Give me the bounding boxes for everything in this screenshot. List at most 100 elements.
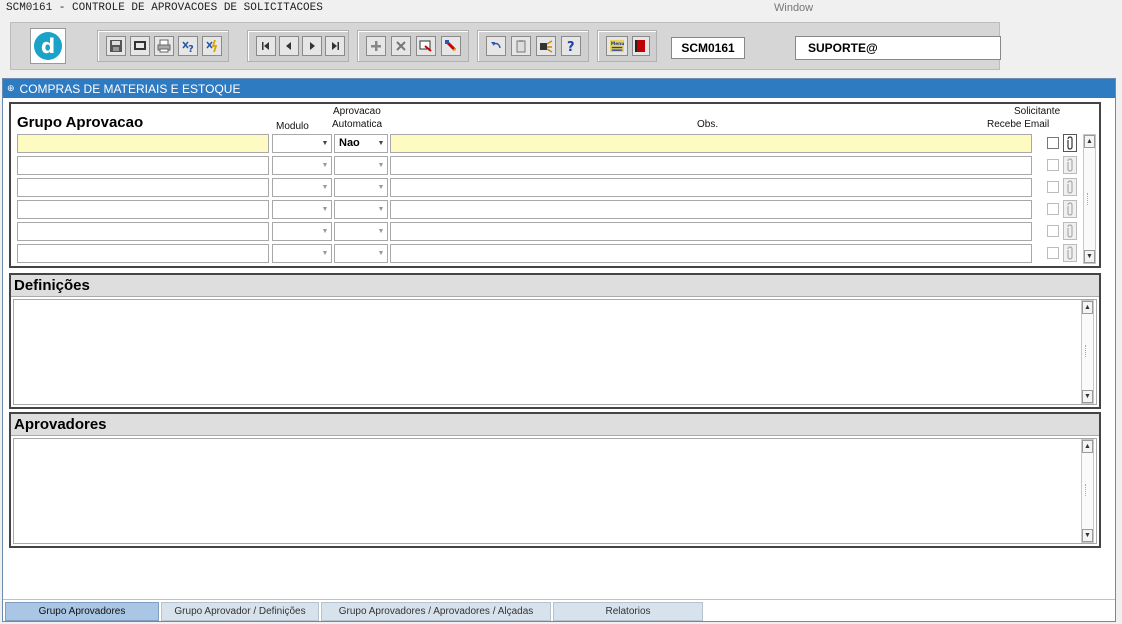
edit-icon[interactable] xyxy=(441,36,461,56)
grid-scrollbar[interactable]: ▲ ▼ xyxy=(1083,134,1096,264)
modulo-select[interactable]: ▼ xyxy=(272,222,332,241)
obs-input[interactable] xyxy=(390,244,1032,263)
chevron-down-icon[interactable]: ▼ xyxy=(319,223,331,240)
scroll-grip[interactable] xyxy=(1087,193,1092,205)
recebe-email-checkbox[interactable] xyxy=(1047,181,1059,193)
chevron-down-icon[interactable]: ▼ xyxy=(319,245,331,262)
tools-icon[interactable] xyxy=(536,36,556,56)
menu-window[interactable]: Window xyxy=(774,2,813,14)
obs-input[interactable] xyxy=(390,156,1032,175)
chevron-down-icon[interactable]: ▼ xyxy=(375,157,387,174)
previous-record-icon[interactable] xyxy=(279,36,299,56)
scroll-down-icon[interactable]: ▼ xyxy=(1084,250,1095,263)
recebe-email-checkbox[interactable] xyxy=(1047,203,1059,215)
attachment-icon[interactable] xyxy=(1063,200,1077,218)
col-header-obs: Obs. xyxy=(697,119,719,130)
last-record-icon[interactable] xyxy=(325,36,345,56)
modulo-select[interactable]: ▼ xyxy=(272,244,332,263)
delete-record-icon[interactable] xyxy=(391,36,411,56)
grupo-aprovacao-input[interactable] xyxy=(17,156,269,175)
grupo-aprovacao-input[interactable] xyxy=(17,200,269,219)
attachment-icon[interactable] xyxy=(1063,134,1077,152)
attachment-icon[interactable] xyxy=(1063,244,1077,262)
clipboard-icon[interactable] xyxy=(511,36,531,56)
tab-grupo-aprovadores[interactable]: Grupo Aprovadores xyxy=(5,602,159,621)
exit-icon[interactable] xyxy=(632,36,650,56)
aprovacao-automatica-select[interactable]: ▼ xyxy=(334,156,388,175)
aprovacao-automatica-select[interactable]: Nao ▼ xyxy=(334,134,388,153)
obs-input[interactable] xyxy=(390,178,1032,197)
recebe-email-checkbox[interactable] xyxy=(1047,137,1059,149)
chevron-down-icon[interactable]: ▼ xyxy=(319,201,331,218)
obs-input[interactable] xyxy=(390,134,1032,153)
chevron-down-icon[interactable]: ▼ xyxy=(375,245,387,262)
screen-icon[interactable] xyxy=(130,36,150,56)
chevron-down-icon[interactable]: ▼ xyxy=(319,157,331,174)
scroll-grip[interactable] xyxy=(1085,345,1090,357)
next-record-icon[interactable] xyxy=(302,36,322,56)
toolbar-group-menu: Menu xyxy=(597,30,657,62)
scroll-up-icon[interactable]: ▲ xyxy=(1082,440,1093,453)
chevron-down-icon[interactable]: ▼ xyxy=(319,135,331,152)
definicoes-content[interactable] xyxy=(13,299,1097,405)
tab-grupo-aprovadores-aprovadores-alcadas[interactable]: Grupo Aprovadores / Aprovadores / Alçada… xyxy=(321,602,551,621)
attachment-icon[interactable] xyxy=(1063,222,1077,240)
print-icon[interactable] xyxy=(154,36,174,56)
recebe-email-checkbox[interactable] xyxy=(1047,159,1059,171)
svg-text:?: ? xyxy=(567,40,575,53)
recebe-email-checkbox[interactable] xyxy=(1047,225,1059,237)
toolbar-group-tools: ? xyxy=(477,30,589,62)
modulo-select[interactable]: ▼ xyxy=(272,156,332,175)
undo-icon[interactable] xyxy=(486,36,506,56)
insert-record-icon[interactable] xyxy=(366,36,386,56)
help-icon[interactable]: ? xyxy=(561,36,581,56)
toolbar: d ? ? Menu SCM0161 SUPORTE@ xyxy=(10,22,1001,70)
duplicate-record-icon[interactable] xyxy=(416,36,436,56)
window-title: COMPRAS DE MATERIAIS E ESTOQUE xyxy=(19,81,241,96)
recebe-email-checkbox[interactable] xyxy=(1047,247,1059,259)
col-header-recebe-email: Recebe Email xyxy=(987,119,1050,130)
scroll-up-icon[interactable]: ▲ xyxy=(1084,135,1095,148)
logo-button[interactable]: d xyxy=(30,28,66,64)
aprovacao-automatica-select[interactable]: ▼ xyxy=(334,178,388,197)
scroll-down-icon[interactable]: ▼ xyxy=(1082,390,1093,403)
modulo-select[interactable]: ▼ xyxy=(272,134,332,153)
chevron-down-icon[interactable]: ▼ xyxy=(375,201,387,218)
obs-input[interactable] xyxy=(390,200,1032,219)
scroll-up-icon[interactable]: ▲ xyxy=(1082,301,1093,314)
first-record-icon[interactable] xyxy=(256,36,276,56)
aprovacao-automatica-select[interactable]: ▼ xyxy=(334,222,388,241)
tab-grupo-aprovador-definicoes[interactable]: Grupo Aprovador / Definições xyxy=(161,602,319,621)
modulo-select[interactable]: ▼ xyxy=(272,178,332,197)
query-icon[interactable]: ? xyxy=(178,36,198,56)
grupo-aprovacao-input[interactable] xyxy=(17,134,269,153)
attachment-icon[interactable] xyxy=(1063,156,1077,174)
chevron-down-icon[interactable]: ▼ xyxy=(319,179,331,196)
col-header-modulo: Modulo xyxy=(276,121,309,132)
aprovacao-automatica-select[interactable]: ▼ xyxy=(334,200,388,219)
grupo-aprovacao-input[interactable] xyxy=(17,178,269,197)
scroll-grip[interactable] xyxy=(1085,484,1090,496)
menu-icon[interactable]: Menu xyxy=(606,36,628,56)
obs-input[interactable] xyxy=(390,222,1032,241)
grid-row: ▼ ▼ xyxy=(17,156,1097,175)
window-header: ⊕ COMPRAS DE MATERIAIS E ESTOQUE xyxy=(3,79,1115,98)
save-icon[interactable] xyxy=(106,36,126,56)
scroll-down-icon[interactable]: ▼ xyxy=(1082,529,1093,542)
toolbar-group-navigation xyxy=(247,30,349,62)
chevron-down-icon[interactable]: ▼ xyxy=(375,135,387,152)
user-field: SUPORTE@ xyxy=(795,36,1001,60)
execute-query-icon[interactable] xyxy=(202,36,222,56)
modulo-select[interactable]: ▼ xyxy=(272,200,332,219)
grupo-aprovacao-input[interactable] xyxy=(17,222,269,241)
chevron-down-icon[interactable]: ▼ xyxy=(375,223,387,240)
tab-relatorios[interactable]: Relatorios xyxy=(553,602,703,621)
chevron-down-icon[interactable]: ▼ xyxy=(375,179,387,196)
definicoes-scrollbar[interactable]: ▲ ▼ xyxy=(1081,300,1094,404)
aprovadores-content[interactable] xyxy=(13,438,1097,544)
aprovacao-automatica-select[interactable]: ▼ xyxy=(334,244,388,263)
attachment-icon[interactable] xyxy=(1063,178,1077,196)
aprovadores-scrollbar[interactable]: ▲ ▼ xyxy=(1081,439,1094,543)
grid-row: ▼ ▼ xyxy=(17,200,1097,219)
grupo-aprovacao-input[interactable] xyxy=(17,244,269,263)
